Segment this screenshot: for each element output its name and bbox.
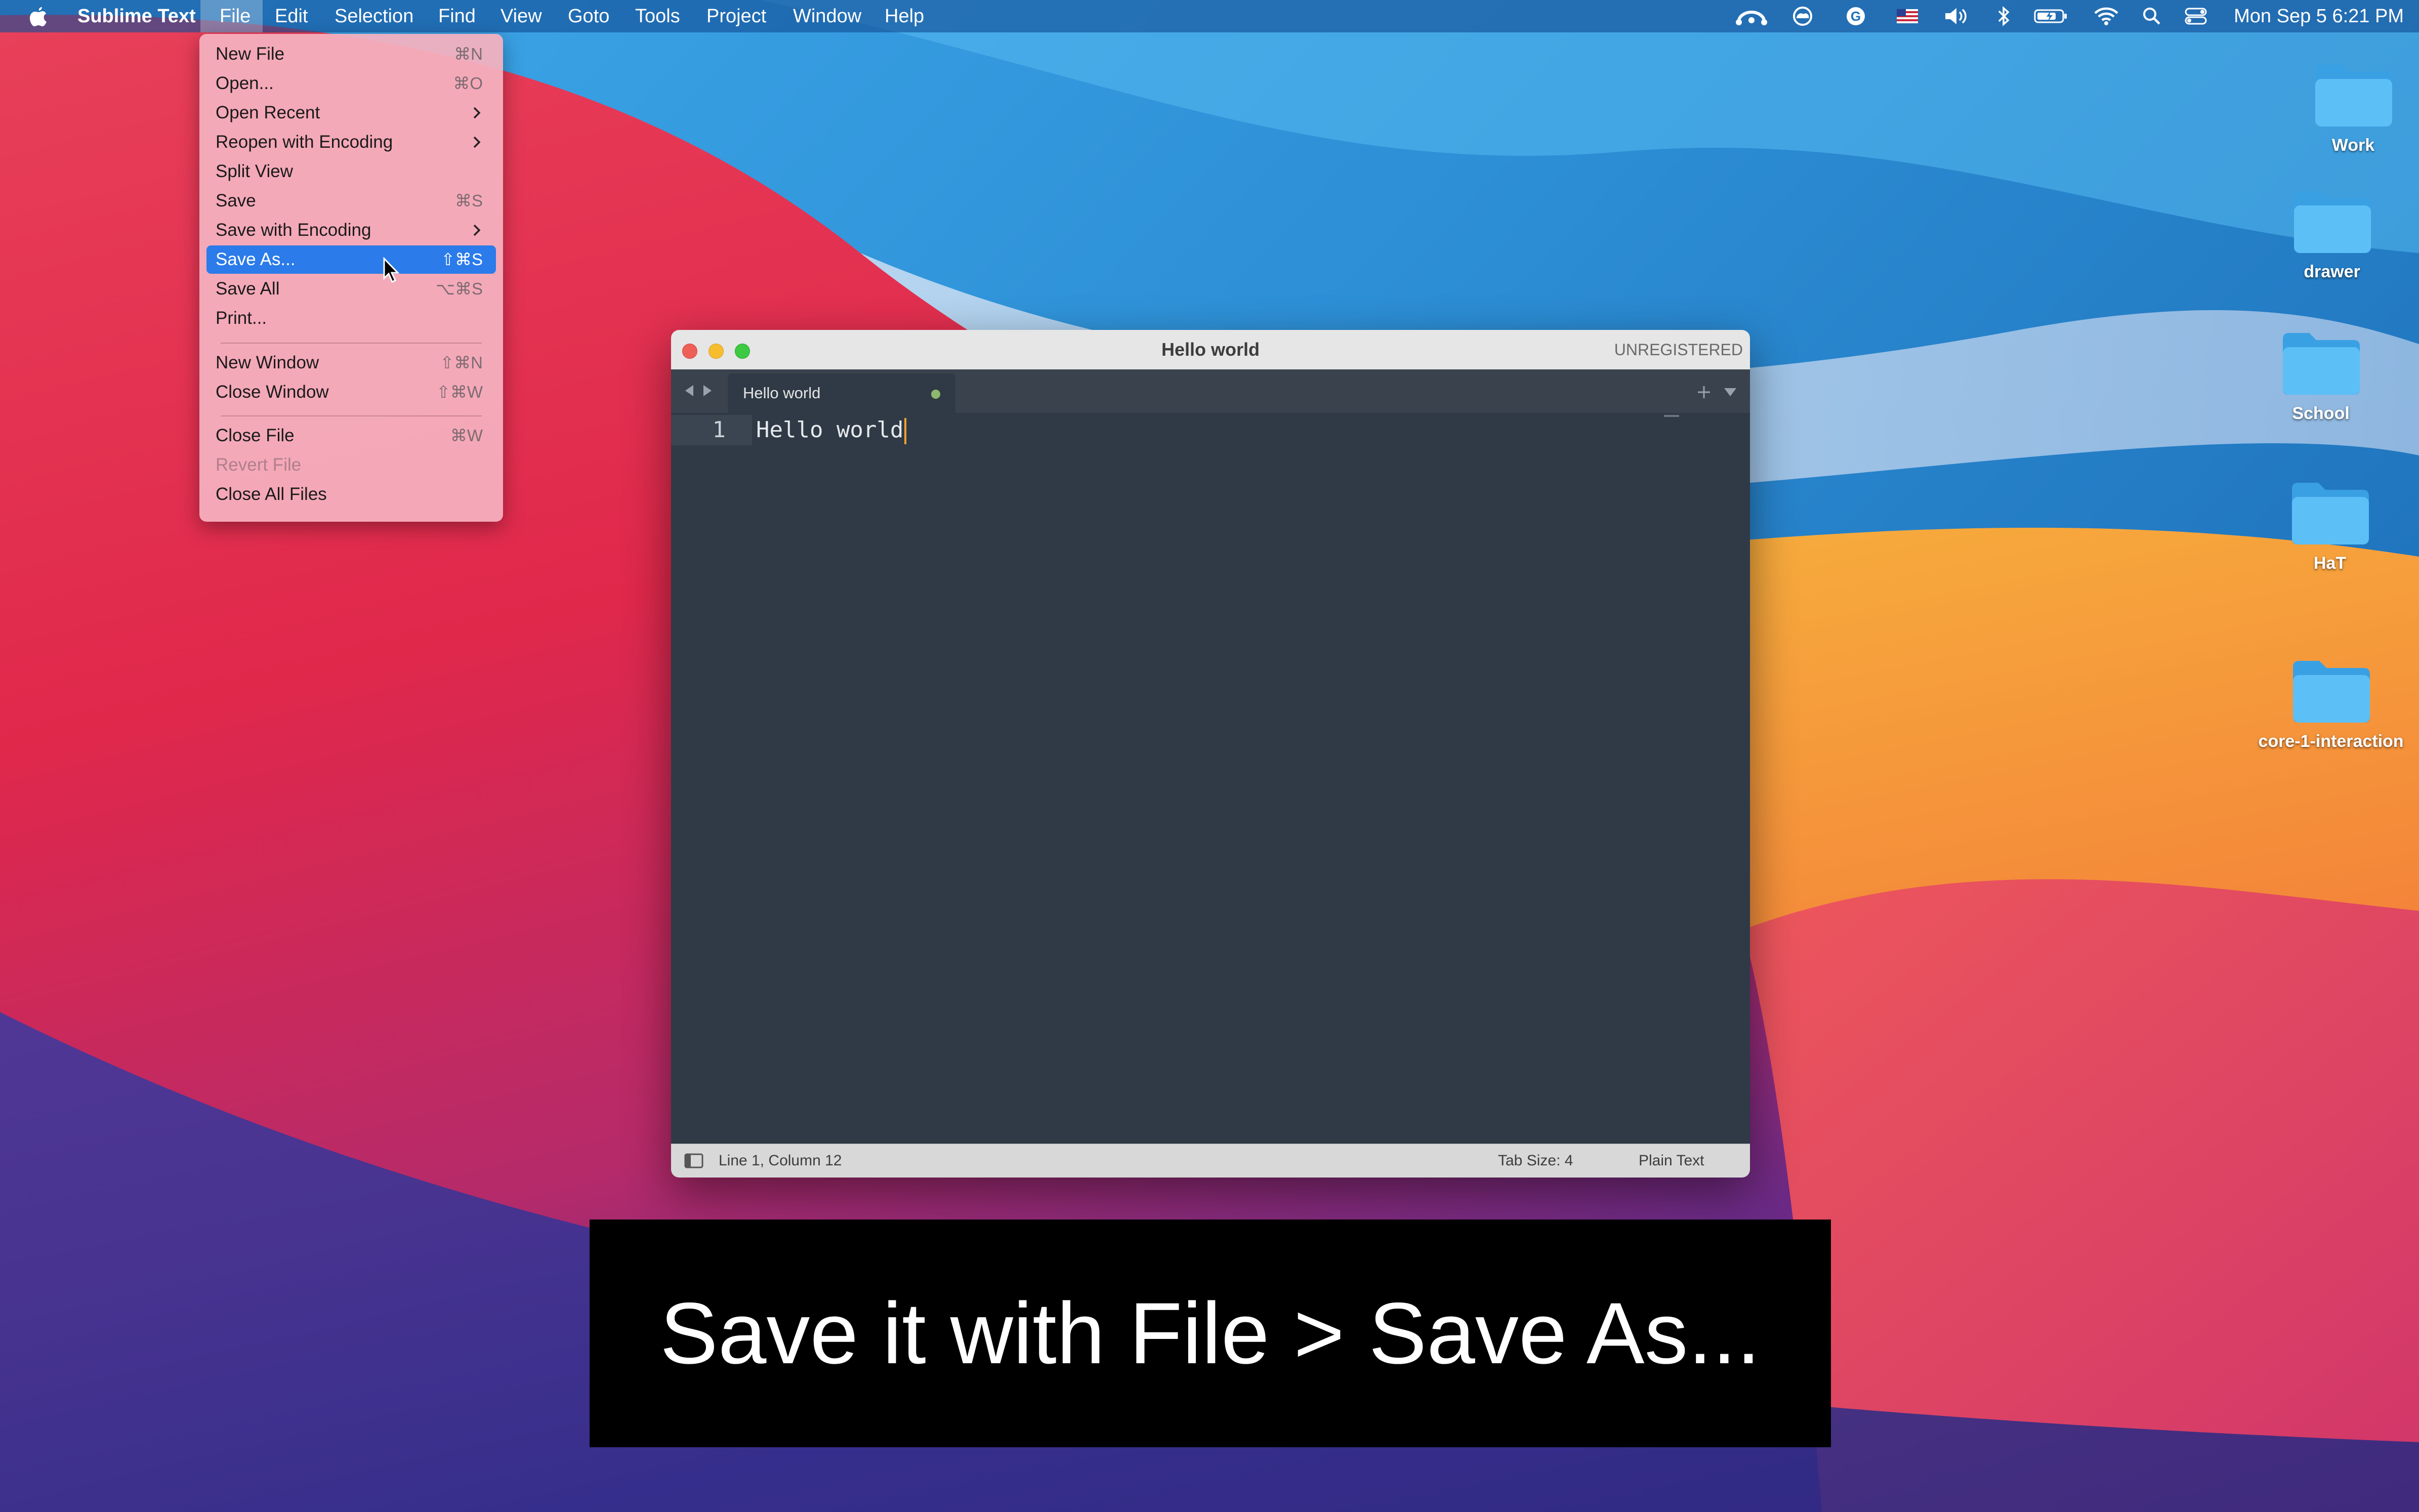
- menubar-find[interactable]: Find: [438, 0, 476, 32]
- cloud-sync-icon[interactable]: [1735, 6, 1768, 26]
- menubar-clock[interactable]: Mon Sep 5 6:21 PM: [2234, 0, 2404, 32]
- menu-bar: Sublime Text File Edit Selection Find Vi…: [0, 0, 2419, 32]
- us-flag-icon[interactable]: [1896, 6, 1919, 26]
- desktop-folder-work[interactable]: Work: [2292, 56, 2414, 155]
- folder-icon: [2294, 191, 2371, 253]
- folder-label: School: [2292, 404, 2350, 423]
- menu-item-close-file[interactable]: Close File ⌘W: [206, 422, 496, 450]
- menu-item-save[interactable]: Save ⌘S: [206, 187, 496, 215]
- folder-label: drawer: [2304, 262, 2360, 281]
- license-badge: UNREGISTERED: [1614, 341, 1743, 359]
- chevron-right-icon: [473, 224, 481, 236]
- svg-text:G: G: [1851, 9, 1861, 24]
- folder-label: core-1-interaction: [2258, 732, 2404, 751]
- chevron-right-icon: [473, 136, 481, 148]
- apple-icon[interactable]: [28, 5, 49, 27]
- chevron-down-icon[interactable]: [1723, 386, 1738, 399]
- menu-separator: [221, 415, 482, 416]
- desktop-folder-school[interactable]: School: [2260, 324, 2382, 424]
- battery-icon[interactable]: [2033, 6, 2069, 26]
- arrow-right-icon[interactable]: [701, 384, 714, 398]
- menubar-selection[interactable]: Selection: [335, 0, 413, 32]
- menubar-project[interactable]: Project: [706, 0, 766, 32]
- plus-icon[interactable]: [1696, 385, 1712, 400]
- menubar-view[interactable]: View: [501, 0, 542, 32]
- syntax-mode[interactable]: Plain Text: [1639, 1144, 1704, 1178]
- grammarly-icon[interactable]: G: [1845, 6, 1866, 26]
- tab-bar: Hello world: [671, 369, 1750, 413]
- folder-icon: [2292, 483, 2369, 544]
- spotlight-search-icon[interactable]: [2142, 6, 2162, 26]
- folder-icon: [2283, 333, 2360, 395]
- menu-item-split-view[interactable]: Split View: [206, 157, 496, 186]
- menubar-goto[interactable]: Goto: [568, 0, 609, 32]
- menu-item-save-all[interactable]: Save All ⌥⌘S: [206, 275, 496, 303]
- menu-item-close-all-files[interactable]: Close All Files: [206, 480, 496, 509]
- folder-label: HaT: [2313, 554, 2347, 573]
- editor-area[interactable]: 1 Hello world: [671, 413, 1750, 1144]
- text-caret: [904, 418, 907, 444]
- volume-icon[interactable]: [1943, 6, 1972, 26]
- menubar-app-name[interactable]: Sublime Text: [77, 0, 196, 32]
- desktop-folder-hat[interactable]: HaT: [2269, 474, 2391, 573]
- menu-item-open[interactable]: Open... ⌘O: [206, 69, 496, 98]
- folder-label: Work: [2331, 136, 2375, 155]
- desktop-folder-core-1-interaction[interactable]: core-1-interaction: [2250, 652, 2412, 751]
- line-number: 1: [712, 417, 726, 443]
- menu-separator: [221, 343, 482, 344]
- cursor-position[interactable]: Line 1, Column 12: [719, 1144, 842, 1178]
- menubar-help[interactable]: Help: [885, 0, 924, 32]
- menu-item-reopen-with-encoding[interactable]: Reopen with Encoding: [206, 128, 496, 156]
- tab-label: Hello world: [743, 384, 821, 402]
- control-center-icon[interactable]: [2184, 6, 2207, 26]
- window-title: Hello world: [1161, 339, 1260, 360]
- menu-item-new-file[interactable]: New File ⌘N: [206, 40, 496, 68]
- mouse-pointer-icon: [383, 257, 400, 283]
- tutorial-caption: Save it with File > Save As...: [590, 1220, 1831, 1447]
- minimap[interactable]: [1664, 415, 1679, 417]
- tab-hello-world[interactable]: Hello world: [728, 373, 955, 413]
- sublime-window: Hello world UNREGISTERED Hello world 1 H…: [671, 330, 1750, 1178]
- sidebar-toggle-icon[interactable]: [684, 1153, 703, 1168]
- menu-item-save-with-encoding[interactable]: Save with Encoding: [206, 216, 496, 244]
- tab-size[interactable]: Tab Size: 4: [1498, 1144, 1573, 1178]
- menu-item-open-recent[interactable]: Open Recent: [206, 99, 496, 127]
- menubar-window[interactable]: Window: [793, 0, 861, 32]
- folder-icon: [2293, 661, 2370, 723]
- code-text: Hello world: [756, 417, 904, 443]
- file-menu-dropdown: New File ⌘N Open... ⌘O Open Recent Reopen …: [199, 34, 503, 522]
- caption-text: Save it with File > Save As...: [660, 1285, 1761, 1382]
- window-titlebar[interactable]: Hello world UNREGISTERED: [671, 330, 1750, 370]
- arrow-left-icon[interactable]: [683, 384, 695, 398]
- wifi-icon[interactable]: [2093, 6, 2119, 26]
- chevron-right-icon: [473, 107, 481, 119]
- creative-cloud-icon[interactable]: [1789, 6, 1816, 26]
- menu-item-close-window[interactable]: Close Window ⇧⌘W: [206, 378, 496, 406]
- menubar-edit[interactable]: Edit: [275, 0, 308, 32]
- folder-icon: [2315, 65, 2392, 127]
- status-bar: Line 1, Column 12 Tab Size: 4 Plain Text: [671, 1144, 1750, 1178]
- menubar-tools[interactable]: Tools: [635, 0, 680, 32]
- menubar-file[interactable]: File: [200, 0, 263, 32]
- menu-item-new-window[interactable]: New Window ⇧⌘N: [206, 349, 496, 377]
- desktop-folder-drawer[interactable]: drawer: [2271, 182, 2393, 282]
- menu-item-save-as[interactable]: Save As... ⇧⌘S: [206, 245, 496, 274]
- bluetooth-icon[interactable]: [1996, 6, 2011, 26]
- menu-item-revert-file: Revert File: [216, 455, 302, 475]
- line-gutter: 1: [671, 413, 752, 1144]
- menu-item-print[interactable]: Print...: [206, 304, 496, 332]
- unsaved-dot-icon[interactable]: [931, 390, 940, 399]
- code-line[interactable]: Hello world: [756, 417, 907, 444]
